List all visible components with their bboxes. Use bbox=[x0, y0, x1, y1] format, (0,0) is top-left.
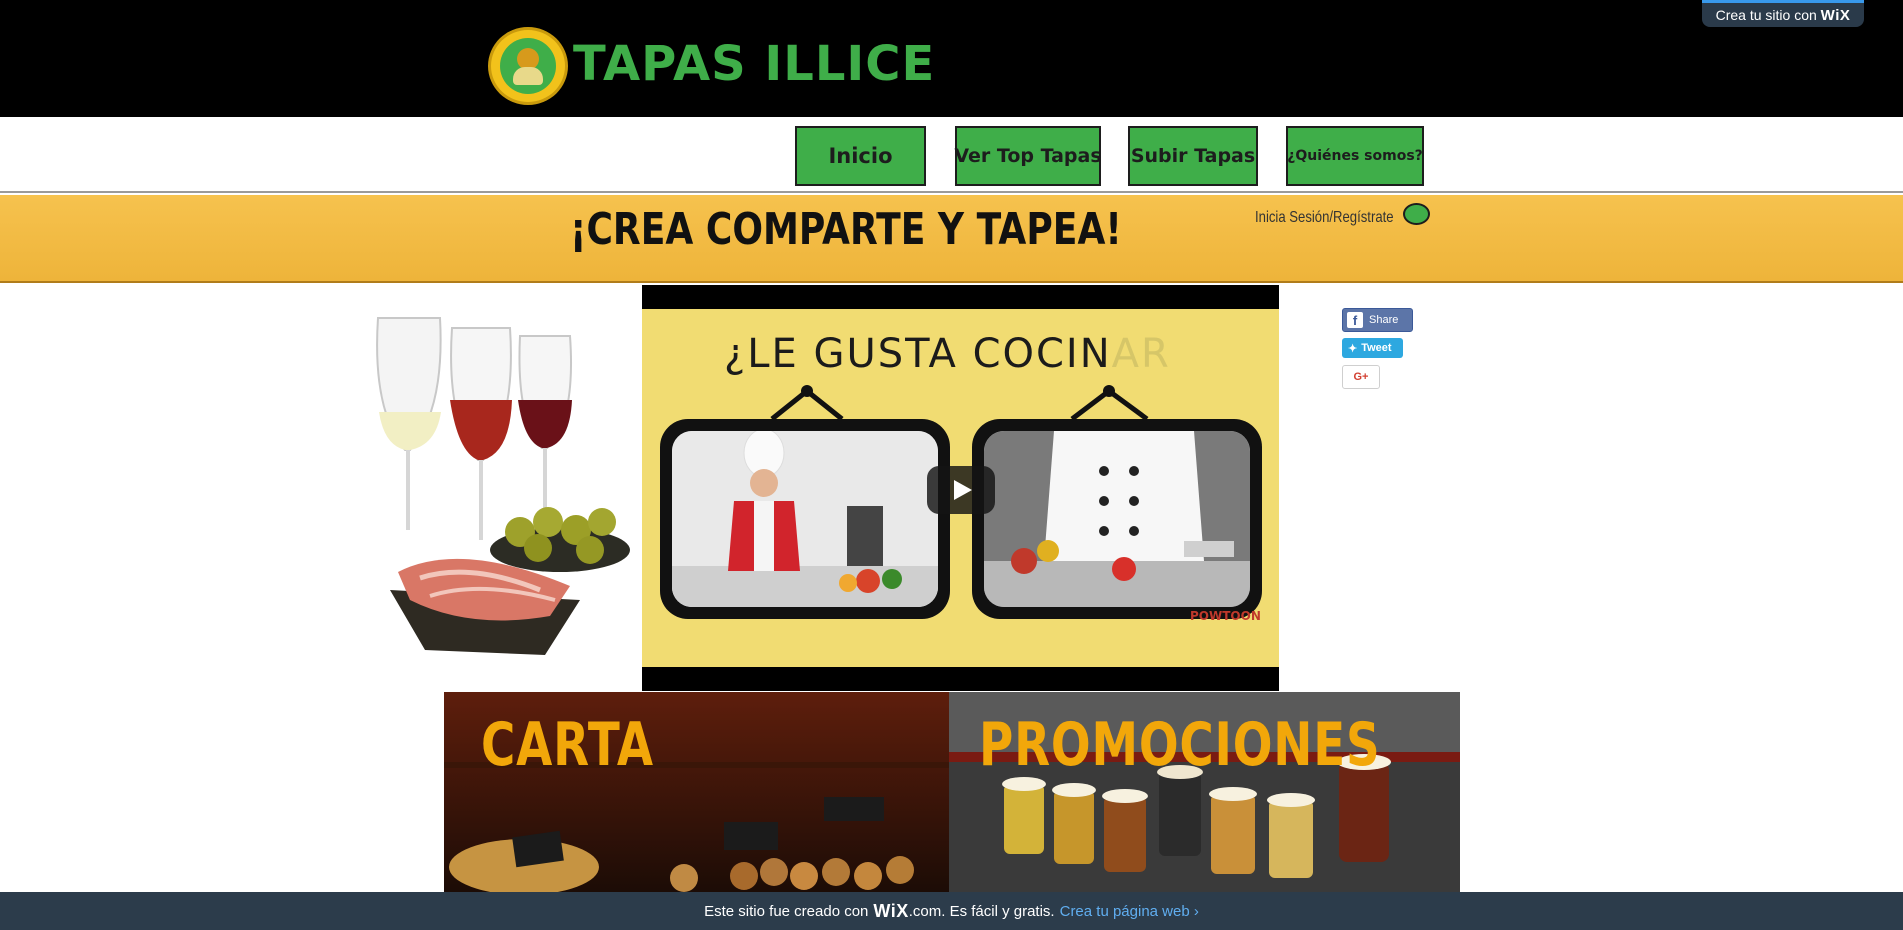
header-bar bbox=[0, 0, 1903, 117]
footer-wix-brand: WiX bbox=[873, 900, 909, 921]
nav-inicio-button[interactable]: Inicio bbox=[795, 126, 926, 186]
footer-text: Este sitio fue creado con bbox=[704, 902, 869, 920]
google-plus-icon[interactable]: G+ bbox=[1342, 365, 1380, 389]
chef-left-image bbox=[672, 431, 938, 607]
wine-tapas-illustration bbox=[376, 317, 630, 655]
video-right-frame bbox=[972, 419, 1262, 619]
chef-left-illustration bbox=[672, 431, 938, 607]
twitter-icon: ✦ bbox=[1348, 342, 1358, 355]
play-icon[interactable] bbox=[927, 466, 995, 514]
nav-quienes-somos-button[interactable]: ¿Quiénes somos? bbox=[1286, 126, 1424, 186]
site-title[interactable]: TAPAS ILLICE bbox=[573, 36, 935, 92]
video-player[interactable]: ¿LE GUSTA COCINAR POWTOON bbox=[642, 285, 1279, 691]
chef-right-illustration bbox=[984, 431, 1250, 607]
google-plus-label: G+ bbox=[1353, 371, 1369, 383]
nav-top-tapas-button[interactable]: Ver Top Tapas bbox=[954, 126, 1102, 186]
nav-strip bbox=[0, 117, 1903, 193]
user-status-icon[interactable] bbox=[1403, 203, 1430, 225]
nav-subir-tapas-button[interactable]: Subir Tapas bbox=[1128, 126, 1258, 186]
wix-badge-text: Crea tu sitio con bbox=[1715, 7, 1817, 23]
facebook-icon: f bbox=[1347, 312, 1363, 328]
logo-inner bbox=[500, 38, 556, 94]
twitter-tweet-button[interactable]: ✦ Tweet bbox=[1342, 338, 1403, 358]
facebook-share-button[interactable]: f Share bbox=[1342, 308, 1413, 332]
chef-right-image bbox=[984, 431, 1250, 607]
card-carta[interactable]: CARTA bbox=[444, 692, 949, 892]
footer-text-after: .com. Es fácil y gratis. bbox=[908, 902, 1055, 920]
wix-create-badge[interactable]: Crea tu sitio con WiX bbox=[1702, 0, 1864, 27]
tweet-label: Tweet bbox=[1361, 342, 1392, 354]
wine-tapas-image bbox=[370, 300, 635, 680]
logo-body bbox=[513, 67, 543, 85]
footer-create-site-link[interactable]: Crea tu página web › bbox=[1060, 903, 1199, 920]
powtoon-credit: POWTOON bbox=[1190, 609, 1261, 623]
wix-footer-bar: Este sitio fue creado con WiX .com. Es f… bbox=[0, 892, 1903, 930]
login-register-link[interactable]: Inicia Sesión/Regístrate bbox=[1255, 209, 1394, 227]
card-promociones[interactable]: PROMOCIONES bbox=[949, 692, 1460, 892]
page: TAPAS ILLICE Crea tu sitio con WiX Inici… bbox=[0, 0, 1903, 930]
card-promociones-label: PROMOCIONES bbox=[979, 710, 1381, 780]
card-carta-label: CARTA bbox=[481, 710, 654, 780]
wix-badge-brand: WiX bbox=[1820, 7, 1851, 24]
logo-icon[interactable] bbox=[488, 27, 568, 105]
video-left-frame bbox=[660, 419, 950, 619]
slogan-text: ¡CREA COMPARTE Y TAPEA! bbox=[570, 204, 1122, 255]
facebook-share-label: Share bbox=[1369, 314, 1399, 326]
